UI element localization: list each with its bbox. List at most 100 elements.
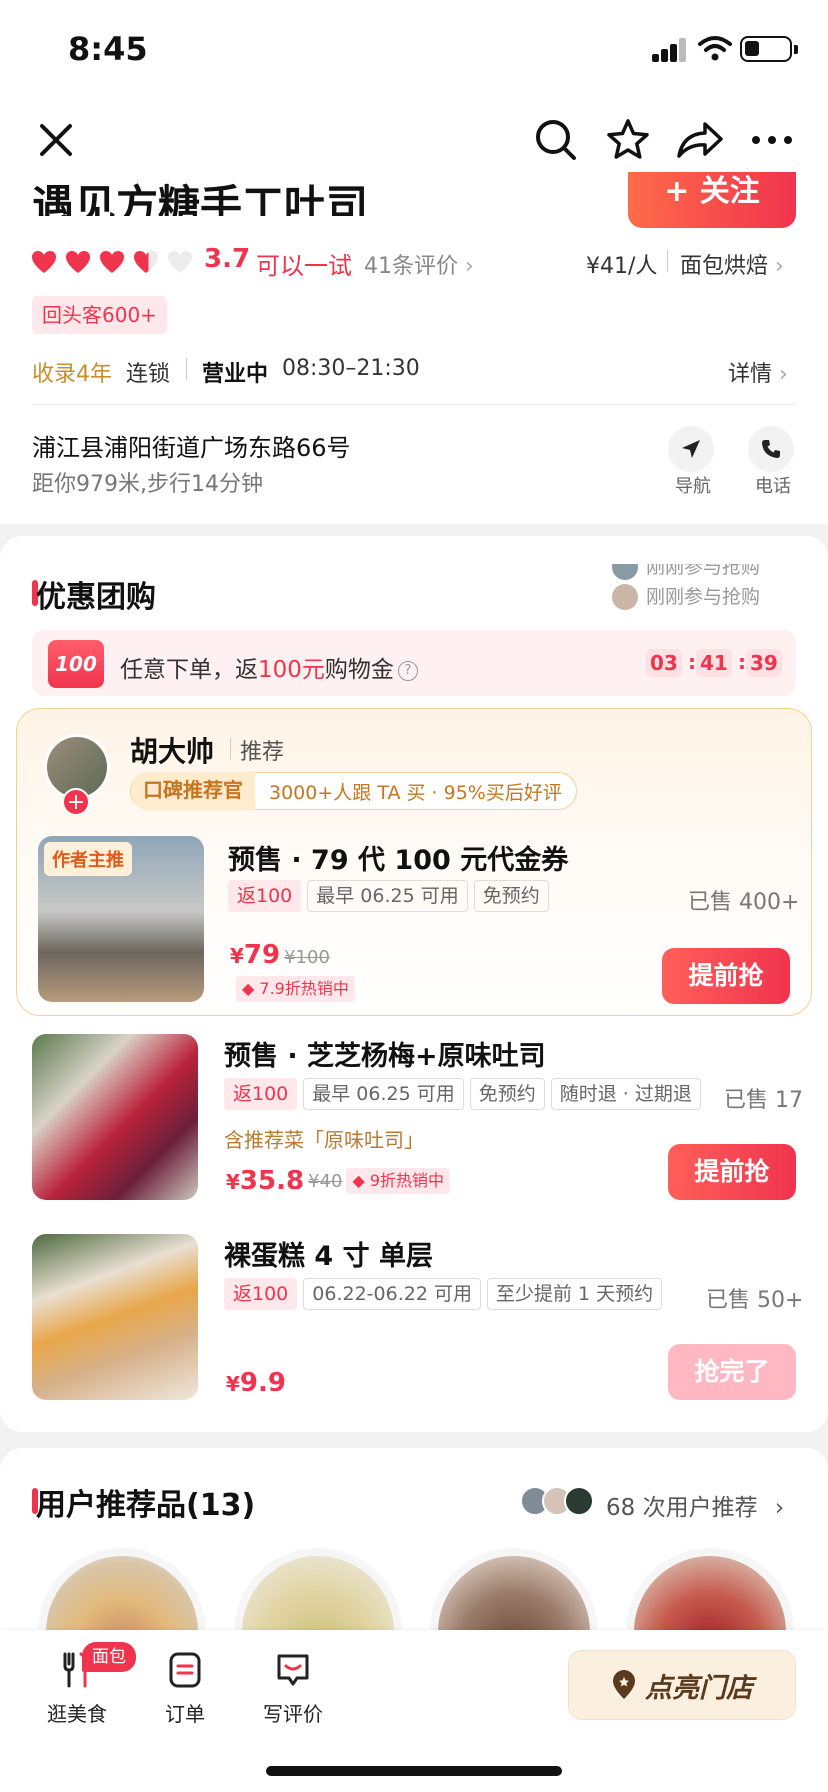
no-reservation-chip: 免预约	[469, 1078, 545, 1110]
tab-label: 逛美食	[47, 1702, 107, 1726]
chevron-right-icon: ›	[774, 1495, 785, 1521]
light-store-button[interactable]: 点亮门店	[568, 1650, 796, 1720]
half-heart-icon	[134, 251, 158, 273]
home-indicator	[266, 1766, 562, 1776]
currency-symbol: ¥	[226, 1372, 240, 1396]
distance-text: 距你979米,步行14分钟	[32, 472, 263, 497]
close-icon[interactable]	[30, 114, 82, 166]
details-label: 详情	[728, 362, 773, 387]
heart-icon	[66, 251, 90, 273]
current-price: ¥9.9	[226, 1368, 286, 1398]
tab-label: 写评价	[263, 1702, 323, 1726]
countdown-minutes: 41	[696, 649, 732, 677]
navigate-button[interactable]: 导航	[668, 426, 718, 498]
deal-title: 预售 · 芝芝杨梅+原味吐司	[224, 1041, 546, 1072]
divider	[32, 404, 796, 405]
heart-icon	[100, 251, 124, 273]
rating-hearts	[30, 248, 194, 276]
buy-early-button[interactable]: 提前抢	[668, 1144, 796, 1200]
ticker-text: 刚刚参与抢购	[646, 564, 761, 578]
deals-title: 优惠团购	[36, 580, 156, 615]
tab-label: 订单	[165, 1702, 205, 1726]
help-icon[interactable]: ?	[397, 660, 418, 681]
open-status: 营业中	[202, 362, 269, 387]
valid-date-chip: 最早 06.25 可用	[307, 880, 468, 912]
refund-chip: 随时退 · 过期退	[550, 1078, 701, 1110]
location-pin-icon	[613, 1670, 635, 1699]
sold-count: 已售 50+	[706, 1288, 804, 1313]
chain-label: 连锁	[126, 362, 171, 387]
discount-text: 9折热销中	[369, 1171, 445, 1190]
deal-chips: 返100 06.22-06.22 可用 至少提前 1 天预约	[224, 1278, 663, 1310]
promo-text: 任意下单，返100元购物金?	[120, 650, 418, 684]
recommended-dish: 含推荐菜「原味吐司」	[224, 1128, 424, 1152]
buy-early-button[interactable]: 提前抢	[662, 948, 790, 1004]
currency-symbol: ¥	[226, 1170, 240, 1194]
user-recs-count: 68 次用户推荐	[606, 1495, 758, 1521]
tab-badge: 面包	[82, 1642, 136, 1672]
chevron-right-icon: ›	[775, 254, 784, 279]
deal-price: ¥35.8 ¥40 ◆ 9折热销中	[226, 1166, 451, 1196]
phone-button[interactable]: 电话	[748, 426, 798, 498]
recommender-avatars	[520, 1486, 594, 1516]
user-recs-title: 用户推荐品(13)	[36, 1488, 256, 1523]
purchase-ticker: 刚刚参与抢购 刚刚参与抢购	[612, 564, 760, 610]
recommender-label: 推荐	[240, 740, 285, 765]
wifi-icon	[698, 36, 732, 61]
sold-out-button[interactable]: 抢完了	[668, 1344, 796, 1400]
rating-score: 3.7	[204, 244, 251, 274]
price-per-person: ¥41/人	[586, 254, 658, 279]
user-recs-count-link[interactable]: 68 次用户推荐 ›	[606, 1488, 784, 1522]
deal-thumbnail[interactable]	[32, 1034, 198, 1200]
shop-address[interactable]: 浦江县浦阳街道广场东路66号	[32, 428, 351, 463]
cellular-signal-icon	[652, 38, 688, 62]
kol-badge: 口碑推荐官	[131, 772, 255, 810]
follow-button[interactable]: + 关注	[628, 172, 796, 228]
discount-tag: ◆ 9折热销中	[346, 1168, 451, 1194]
chevron-right-icon: ›	[779, 362, 788, 387]
valid-date-chip: 06.22-06.22 可用	[303, 1278, 481, 1310]
shop-name: 遇见方糖手工吐司	[32, 181, 369, 216]
repeat-customer-badge: 回头客600+	[32, 296, 167, 334]
deal-chips: 返100 最早 06.25 可用 免预约	[228, 880, 549, 912]
favorite-star-icon[interactable]	[602, 114, 654, 166]
price-value: 79	[243, 940, 281, 970]
user-avatar	[612, 564, 638, 580]
shop-detail-page: 8:45 遇见方糖手工吐司 + 关注 3.7 可以一试 41条评价 › ¥41/…	[0, 0, 828, 1792]
chevron-right-icon: ›	[465, 254, 474, 279]
current-price: ¥35.8	[226, 1166, 304, 1196]
follow-plus-icon[interactable]: +	[62, 788, 90, 816]
light-store-label: 点亮门店	[645, 1672, 753, 1704]
promo-suffix: 购物金	[324, 657, 394, 683]
sold-count: 已售 17	[724, 1088, 803, 1113]
discount-tag: ◆ 7.9折热销中	[236, 976, 355, 1002]
share-icon[interactable]	[674, 114, 726, 166]
ticker-text: 刚刚参与抢购	[646, 586, 761, 608]
tab-orders[interactable]: 订单	[140, 1650, 230, 1727]
category-link[interactable]: 面包烘焙 ›	[680, 248, 784, 280]
countdown-separator: :	[688, 650, 696, 674]
navigation-arrow-icon	[668, 426, 714, 472]
tab-write-review[interactable]: 写评价	[248, 1650, 338, 1727]
recommender-badge[interactable]: 口碑推荐官 3000+人跟 TA 买 · 95%买后好评	[130, 772, 577, 810]
kol-stats: 3000+人跟 TA 买 · 95%买后好评	[269, 781, 562, 804]
promo-badge: 100	[48, 640, 104, 688]
deal-chips: 返100 最早 06.25 可用 免预约 随时退 · 过期退	[224, 1078, 701, 1110]
countdown-separator: :	[738, 650, 746, 674]
status-time: 8:45	[68, 30, 148, 68]
deal-thumbnail[interactable]	[32, 1234, 198, 1400]
deal-thumbnail[interactable]: 作者主推	[38, 836, 204, 1002]
price-value: 9.9	[239, 1368, 286, 1398]
phone-icon	[748, 426, 794, 472]
review-count-link[interactable]: 41条评价 ›	[364, 248, 474, 280]
order-icon	[169, 1652, 201, 1688]
phone-label: 电话	[755, 476, 791, 497]
rebate-chip: 返100	[224, 1078, 298, 1110]
details-link[interactable]: 详情 ›	[728, 356, 788, 388]
battery-icon	[740, 36, 798, 62]
search-icon[interactable]	[530, 114, 582, 166]
more-icon[interactable]	[746, 114, 798, 166]
heart-icon	[32, 251, 56, 273]
deal-title: 预售 · 79 代 100 元代金券	[228, 845, 569, 876]
review-count: 41条评价	[364, 254, 458, 279]
